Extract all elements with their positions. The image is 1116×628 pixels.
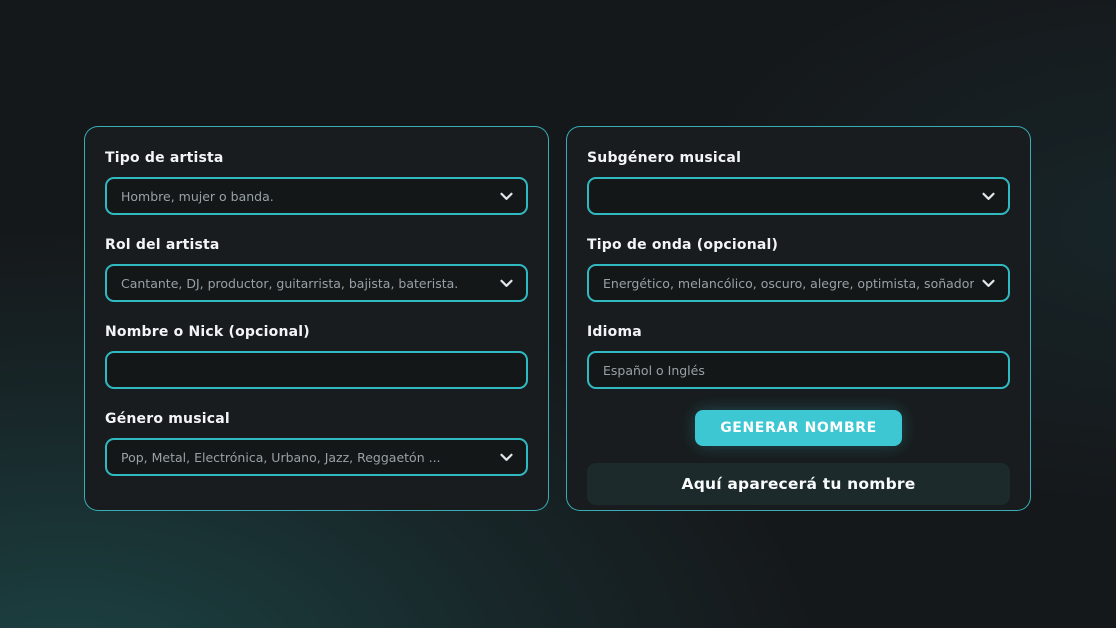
artist-role-select[interactable]: Cantante, DJ, productor, guitarrista, ba… [105,264,528,302]
form-cards-container: Tipo de artista Hombre, mujer o banda. R… [84,126,1031,511]
language-input[interactable] [587,351,1010,389]
artist-type-select-value: Hombre, mujer o banda. [121,189,274,204]
artist-details-card: Tipo de artista Hombre, mujer o banda. R… [84,126,549,511]
field-group-music-genre: Género musical Pop, Metal, Electrónica, … [105,410,528,476]
generated-name-result: Aquí aparecerá tu nombre [587,463,1010,505]
name-nick-label: Nombre o Nick (opcional) [105,323,528,341]
chevron-down-icon [498,188,515,205]
background: Tipo de artista Hombre, mujer o banda. R… [0,0,1116,628]
artist-type-select[interactable]: Hombre, mujer o banda. [105,177,528,215]
artist-role-label: Rol del artista [105,236,528,254]
artist-type-label: Tipo de artista [105,149,528,167]
field-group-artist-role: Rol del artista Cantante, DJ, productor,… [105,236,528,302]
chevron-down-icon [980,188,997,205]
language-label: Idioma [587,323,1010,341]
artist-role-select-value: Cantante, DJ, productor, guitarrista, ba… [121,276,458,291]
music-genre-select[interactable]: Pop, Metal, Electrónica, Urbano, Jazz, R… [105,438,528,476]
field-group-language: Idioma [587,323,1010,389]
chevron-down-icon [498,275,515,292]
field-group-artist-type: Tipo de artista Hombre, mujer o banda. [105,149,528,215]
chevron-down-icon [498,449,515,466]
generate-button-row: GENERAR NOMBRE [587,410,1010,446]
generator-options-card: Subgénero musical Tipo de onda (opcional… [566,126,1031,511]
field-group-vibe-type: Tipo de onda (opcional) Energético, mela… [587,236,1010,302]
music-genre-select-value: Pop, Metal, Electrónica, Urbano, Jazz, R… [121,450,441,465]
name-nick-input[interactable] [105,351,528,389]
music-subgenre-label: Subgénero musical [587,149,1010,167]
vibe-type-label: Tipo de onda (opcional) [587,236,1010,254]
field-group-music-subgenre: Subgénero musical [587,149,1010,215]
vibe-type-select[interactable]: Energético, melancólico, oscuro, alegre,… [587,264,1010,302]
chevron-down-icon [980,275,997,292]
music-subgenre-select[interactable] [587,177,1010,215]
music-genre-label: Género musical [105,410,528,428]
field-group-name-nick: Nombre o Nick (opcional) [105,323,528,389]
generate-name-button[interactable]: GENERAR NOMBRE [695,410,902,446]
vibe-type-select-value: Energético, melancólico, oscuro, alegre,… [603,276,974,291]
